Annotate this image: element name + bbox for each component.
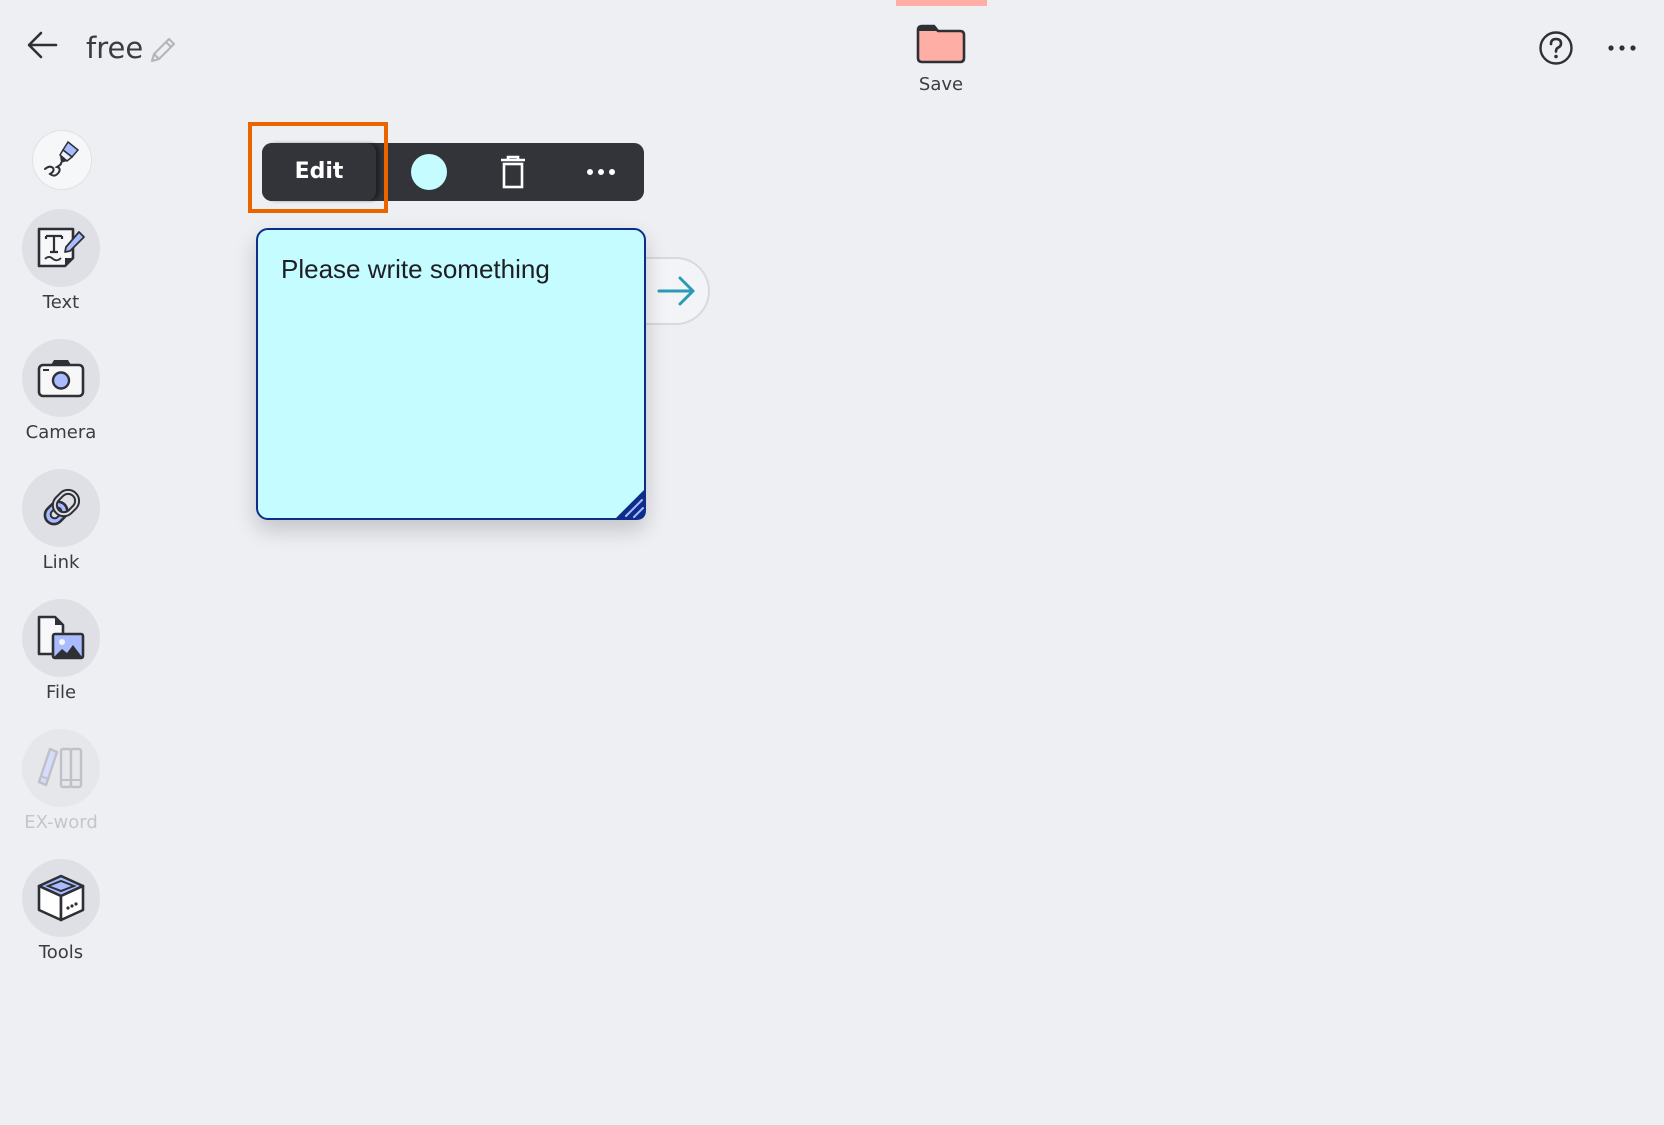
color-picker-button[interactable]: [400, 143, 458, 201]
tool-label: Tools: [38, 942, 84, 963]
question-circle-icon: [1539, 31, 1573, 65]
resize-grip-icon: [614, 488, 646, 520]
link-icon: [43, 488, 81, 526]
sidebar-item-file[interactable]: File: [20, 599, 102, 703]
tool-label: Text: [42, 292, 80, 313]
pen-icon: [44, 140, 80, 177]
sidebar-item-ex-word[interactable]: EX-word: [20, 729, 102, 833]
delete-button[interactable]: [484, 143, 542, 201]
arrow-left-icon: [27, 31, 58, 59]
toolbox-icon: [37, 874, 85, 922]
sidebar-item-camera[interactable]: Camera: [20, 339, 102, 443]
sidebar-item-link[interactable]: Link: [20, 469, 102, 573]
books-icon: [37, 747, 83, 789]
arrow-right-icon: [657, 276, 695, 306]
sidebar-item-text[interactable]: Text: [20, 209, 102, 313]
back-button[interactable]: [24, 28, 62, 62]
rename-button[interactable]: [146, 33, 178, 67]
camera-icon: [37, 360, 85, 398]
sidebar-item-tools[interactable]: Tools: [20, 859, 102, 963]
folder-icon: [916, 24, 966, 64]
file-tool-circle: [22, 599, 100, 677]
ellipsis-icon: [587, 169, 615, 175]
sticky-note-card[interactable]: Please write something: [256, 228, 646, 520]
edit-highlight-box: [248, 122, 388, 213]
save-button[interactable]: Save: [900, 22, 982, 112]
more-options-button[interactable]: [1604, 34, 1640, 62]
tool-label: Link: [42, 552, 80, 573]
card-more-button[interactable]: [570, 143, 632, 201]
document-title: free: [86, 31, 144, 65]
tool-label: File: [45, 682, 77, 703]
camera-tool-circle: [22, 339, 100, 417]
help-button[interactable]: [1538, 30, 1574, 66]
ex-word-tool-circle: [22, 729, 100, 807]
unsaved-indicator: [896, 0, 987, 6]
link-tool-circle: [22, 469, 100, 547]
text-tool-circle: [22, 209, 100, 287]
save-label: Save: [918, 74, 964, 95]
note-text[interactable]: Please write something: [281, 254, 550, 285]
file-image-icon: [37, 615, 85, 660]
color-swatch-icon: [411, 154, 447, 190]
trash-icon: [501, 155, 525, 189]
next-card-button[interactable]: [636, 257, 710, 325]
pen-tool-button[interactable]: [32, 130, 92, 190]
resize-handle[interactable]: [612, 486, 646, 520]
tools-tool-circle: [22, 859, 100, 937]
ellipsis-icon: [1608, 45, 1636, 51]
tool-label: Camera: [25, 422, 97, 443]
tool-label: EX-word: [24, 812, 98, 833]
text-card-icon: [37, 227, 85, 268]
pencil-icon: [150, 37, 176, 63]
